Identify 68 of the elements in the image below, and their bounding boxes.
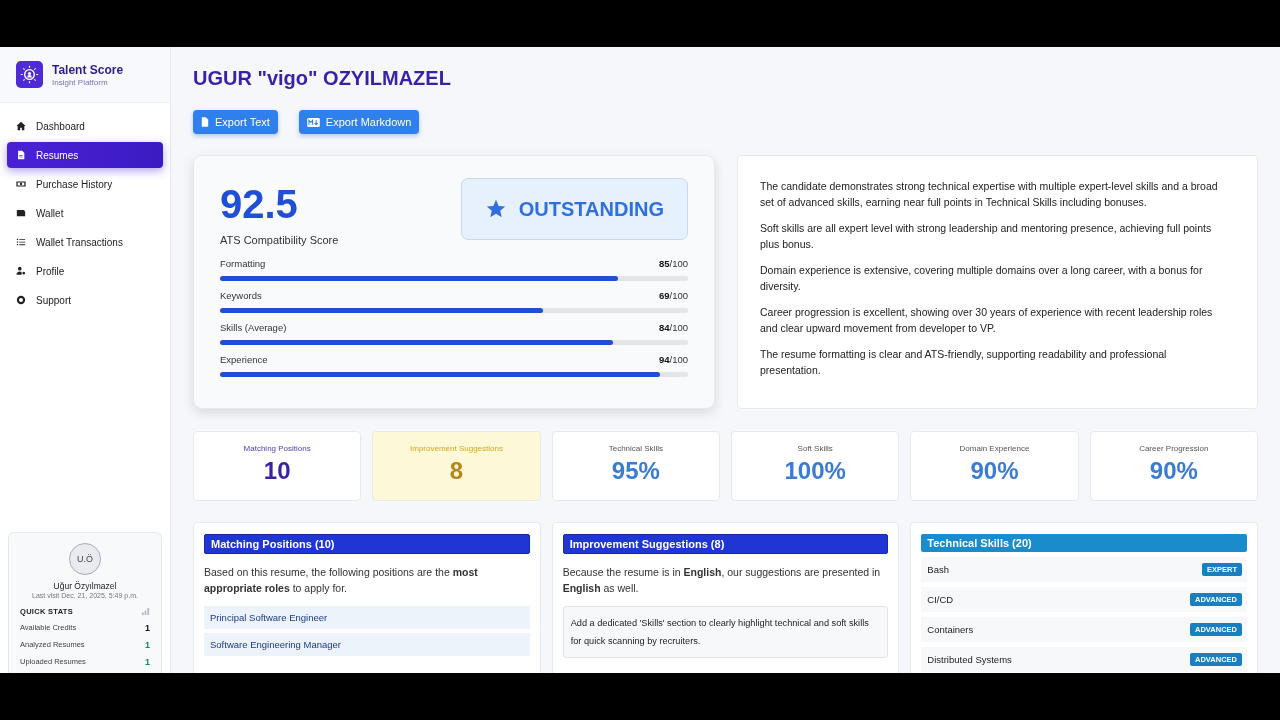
file-icon bbox=[201, 117, 209, 127]
home-icon bbox=[16, 121, 26, 131]
summary-paragraph: The resume formatting is clear and ATS-friendly, supporting readability and professional presentation. bbox=[760, 347, 1168, 378]
skill-name: Distributed Systems bbox=[927, 654, 1012, 665]
brand-subtitle: Insight Platform bbox=[52, 77, 109, 87]
markdown-icon bbox=[306, 117, 320, 127]
panel-header: Matching Positions (10) bbox=[204, 534, 530, 554]
nav-item[interactable]: Purchase History bbox=[7, 171, 163, 197]
stat-card-label: Matching Positions bbox=[243, 444, 311, 453]
brand-title: Talent Score bbox=[52, 62, 124, 77]
metric-label: Skills (Average) bbox=[220, 322, 287, 333]
panel-intro: Based on this resume, the following positions are the most appropriate roles to apply for. bbox=[204, 565, 479, 596]
nav-item[interactable]: Support bbox=[7, 287, 163, 313]
metric-score: 69/100 bbox=[658, 290, 688, 301]
stat-card-value: 10 bbox=[263, 457, 291, 485]
metric-score: 94/100 bbox=[658, 354, 688, 365]
position-item[interactable]: Principal Software Engineer bbox=[204, 606, 530, 629]
user-name: Uğur Özyılmazel bbox=[53, 581, 117, 591]
score-label: ATS Compatibility Score bbox=[220, 234, 339, 246]
rating-text: OUTSTANDING bbox=[518, 197, 664, 221]
chart-icon bbox=[141, 607, 150, 616]
star-icon bbox=[484, 198, 507, 220]
stat-card-label: Soft Skills bbox=[797, 444, 833, 453]
skill-name: CI/CD bbox=[927, 594, 954, 605]
position-item[interactable]: Software Engineering Manager bbox=[204, 633, 530, 656]
stat-card-value: 95% bbox=[611, 457, 660, 485]
panel-intro: Because the resume is in English, our suggestions are presented in English as well. bbox=[562, 565, 882, 596]
summary-paragraph: Domain experience is extensive, covering multiple domains over a long career, with a bonus for diversity. bbox=[760, 263, 1204, 294]
metric-score: 85/100 bbox=[658, 258, 688, 269]
stat-card-value: 100% bbox=[784, 457, 846, 485]
skill-name: Containers bbox=[927, 624, 974, 635]
metric-label: Experience bbox=[220, 354, 268, 365]
summary-paragraph: Career progression is excellent, showing over 30 years of experience with recent leadership roles and clear upward movement from developer to VP. bbox=[760, 305, 1214, 336]
export-button[interactable]: Export Markdown bbox=[298, 110, 420, 134]
file-icon bbox=[16, 150, 26, 160]
stat-card-value: 8 bbox=[449, 457, 464, 485]
panel-header: Improvement Suggestions (8) bbox=[562, 534, 889, 554]
avatar: U.Ö bbox=[69, 543, 101, 575]
logo-icon bbox=[16, 61, 43, 88]
stat-card-label: Career Progression bbox=[1139, 444, 1209, 453]
page-title: UGUR "vigo" OZYILMAZEL bbox=[193, 66, 452, 90]
skill-name: Bash bbox=[927, 564, 949, 575]
stat-value: 1 bbox=[145, 640, 150, 650]
panel-header: Technical Skills (20) bbox=[921, 534, 1247, 552]
nav-item[interactable]: Resumes bbox=[7, 142, 163, 168]
list-icon bbox=[16, 237, 26, 247]
metric-label: Formatting bbox=[220, 258, 266, 269]
stat-card-label: Technical Skills bbox=[608, 444, 663, 453]
nav-item[interactable]: Profile bbox=[7, 258, 163, 284]
stat-card-label: Improvement Suggestions bbox=[410, 444, 503, 453]
nav-item[interactable]: Wallet bbox=[7, 200, 163, 226]
wallet-icon bbox=[16, 208, 26, 218]
metric-label: Keywords bbox=[220, 290, 262, 301]
summary-paragraph: Soft skills are all expert level with strong leadership and mentoring presence, achieving full points plus bonus. bbox=[760, 221, 1213, 252]
stat-card-value: 90% bbox=[970, 457, 1019, 485]
metric-score: 84/100 bbox=[658, 322, 688, 333]
nav-item[interactable]: Wallet Transactions bbox=[7, 229, 163, 255]
money-icon bbox=[16, 179, 26, 189]
summary-paragraph: The candidate demonstrates strong technical expertise with multiple expert-level skills and a broad set of advanced skills, earning near full points in Technical Skills including bonuses. bbox=[760, 179, 1219, 210]
stat-value: 1 bbox=[145, 657, 150, 667]
stat-card-value: 90% bbox=[1149, 457, 1198, 485]
stat-value: 1 bbox=[145, 623, 150, 633]
score-value: 92.5 bbox=[220, 184, 299, 224]
stat-card-label: Domain Experience bbox=[959, 444, 1030, 453]
nav-item[interactable]: Dashboard bbox=[7, 113, 163, 139]
export-button[interactable]: Export Text bbox=[193, 110, 278, 134]
user-icon bbox=[16, 266, 26, 276]
suggestion-item: Add a dedicated 'Skills' section to clearly highlight technical and soft skills for quick scanning by recruiters. bbox=[562, 606, 889, 658]
